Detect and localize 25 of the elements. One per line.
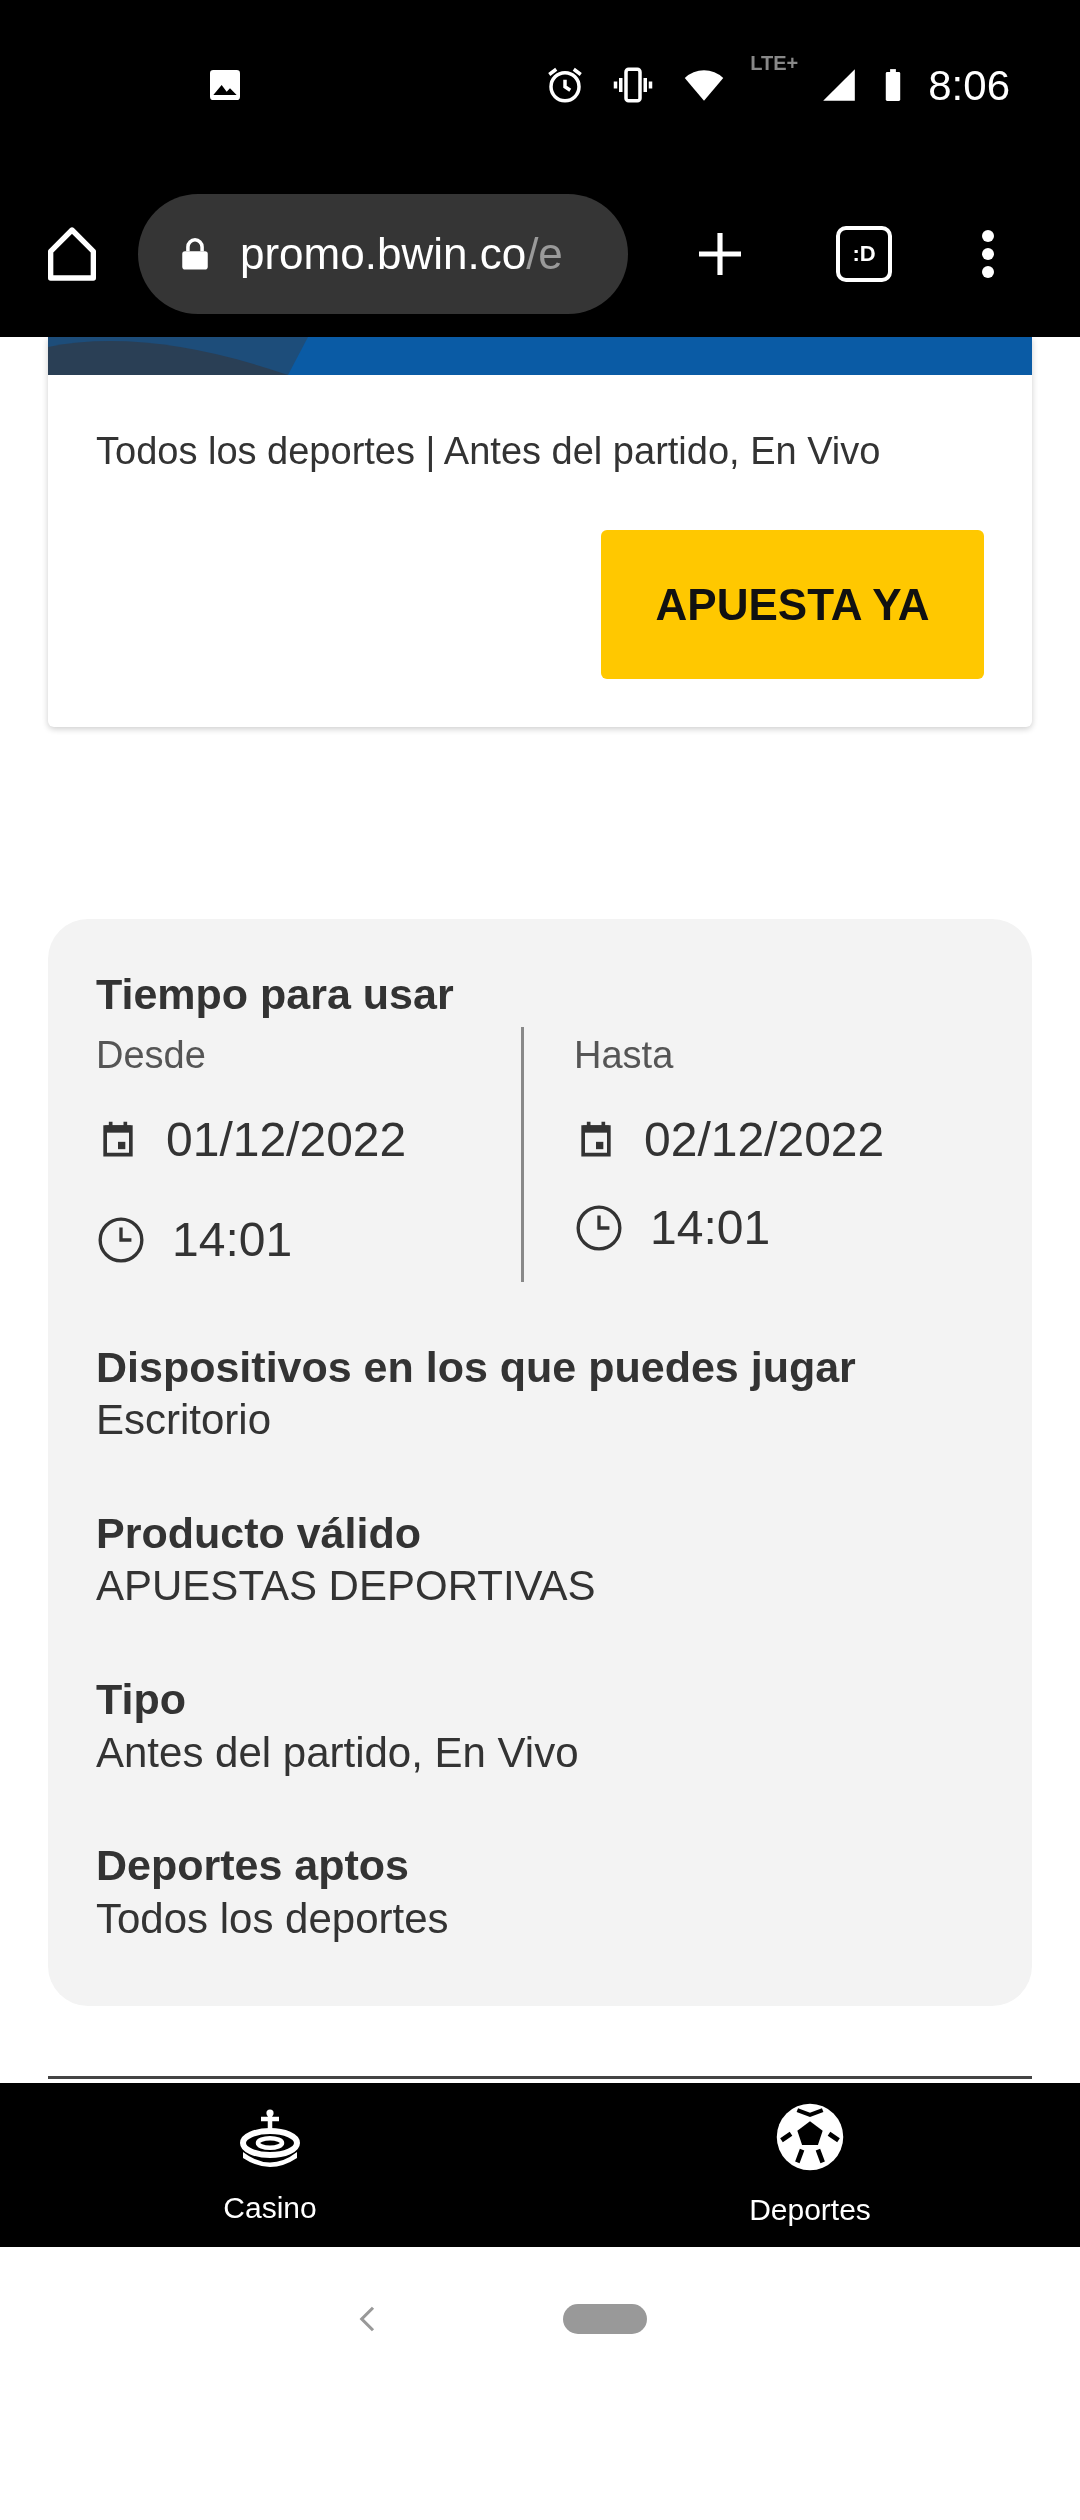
status-time: 8:06 xyxy=(928,60,1010,111)
home-handle[interactable] xyxy=(563,2304,647,2335)
section-title: Tiempo para usar xyxy=(96,969,455,1020)
section-value: APUESTAS DEPORTIVAS xyxy=(96,1561,597,1612)
section-title: Deportes aptos xyxy=(96,1840,410,1892)
time-value: 14:01 xyxy=(650,1199,771,1256)
section-title: Producto válido xyxy=(96,1507,422,1559)
section-value: Antes del partido, En Vivo xyxy=(96,1727,580,1778)
nav-tab[interactable]: Deportes xyxy=(540,2083,1080,2248)
section-value: Todos los deportes xyxy=(96,1893,450,1944)
tab-switcher-button[interactable]: :D xyxy=(836,225,892,282)
section-value: Escritorio xyxy=(96,1395,273,1446)
network-label: LTE+ xyxy=(750,50,799,76)
promo-description: Todos los deportes | Antes del partido, En Vivo xyxy=(95,429,882,474)
period-label: Desde xyxy=(96,1032,207,1078)
time-value: 14:01 xyxy=(172,1211,293,1268)
address-bar[interactable]: promo.bwin.co/e xyxy=(138,193,628,314)
date-value: 01/12/2022 xyxy=(166,1111,407,1168)
section-title: Dispositivos en los que puedes jugar xyxy=(96,1341,857,1393)
section-title: Tipo xyxy=(96,1673,187,1725)
period-label: Hasta xyxy=(574,1032,675,1078)
bet-now-button[interactable]: APUESTA YA xyxy=(601,530,984,679)
url-text: promo.bwin.co/e xyxy=(240,227,563,280)
nav-tab[interactable]: Casino xyxy=(0,2083,540,2248)
date-value: 02/12/2022 xyxy=(644,1111,885,1168)
